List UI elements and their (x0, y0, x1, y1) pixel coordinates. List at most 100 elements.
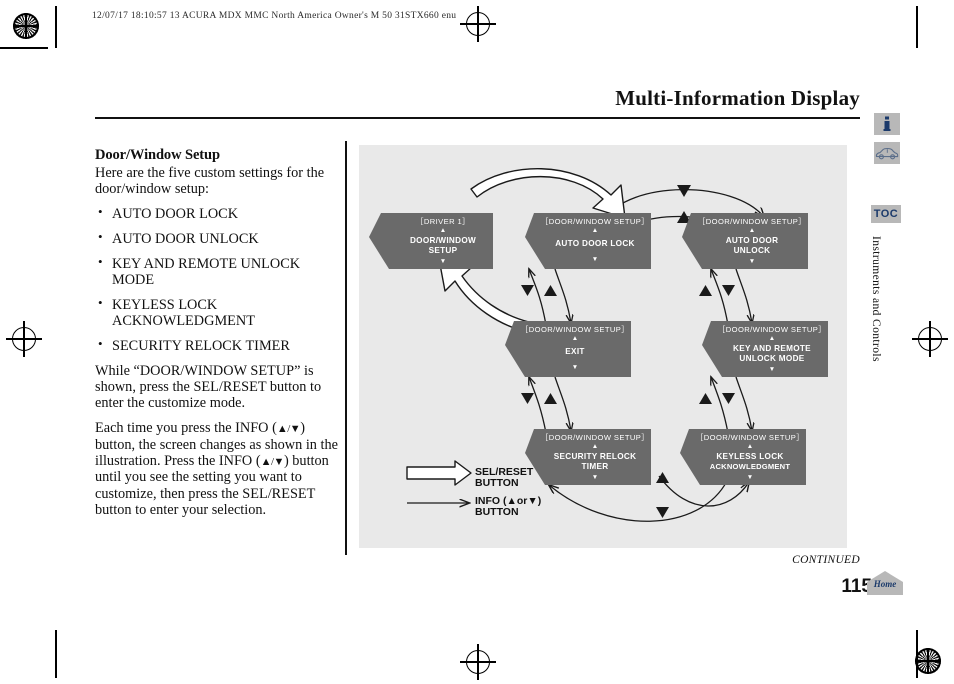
triangle-up-marker-bottom (656, 472, 669, 483)
screen-line: EXIT (565, 347, 584, 356)
crop-mark-tr-v (916, 6, 918, 48)
toc-button[interactable]: TOC (871, 205, 901, 223)
screen-header: ［DOOR/WINDOW SETUP］ (541, 217, 649, 226)
registration-mark-right-center (912, 321, 948, 357)
list-item: AUTO DOOR LOCK (95, 205, 340, 222)
info-icon (883, 116, 891, 131)
triangle-updown-icon-1: ▲/▼ (276, 423, 301, 436)
caret-up-icon: ▲ (749, 227, 755, 234)
intro-paragraph: Here are the five custom settings for th… (95, 165, 325, 198)
settings-list: AUTO DOOR LOCK AUTO DOOR UNLOCK KEY AND … (95, 205, 340, 354)
screen-line: SECURITY RELOCK (554, 452, 637, 461)
arrow-keyremote-to-keyless (735, 376, 752, 431)
arrow-exit-to-relock (554, 376, 571, 431)
caret-down-icon: ▼ (592, 474, 598, 481)
screen-header: ［DOOR/WINDOW SETUP］ (541, 433, 649, 442)
caret-down-icon: ▼ (592, 256, 598, 263)
print-stamp: 12/07/17 18:10:57 13 ACURA MDX MMC North… (92, 11, 457, 21)
screen-line: TIMER (582, 462, 609, 471)
registration-mark-bottom-center (460, 644, 496, 680)
registration-mark-bottom-right (915, 648, 941, 674)
paragraph-customize-mode: While “DOOR/WINDOW SETUP” is shown, pres… (95, 362, 322, 412)
screen-line: AUTO DOOR (726, 236, 779, 245)
screen-header: ［DOOR/WINDOW SETUP］ (698, 217, 806, 226)
triangle-down-marker-c2 (521, 393, 534, 404)
legend-sel-reset-line2: BUTTON (475, 477, 519, 489)
toc-label: TOC (873, 208, 899, 220)
info-icon-button[interactable] (874, 113, 900, 135)
section-heading: Door/Window Setup (95, 147, 220, 163)
continued-label: CONTINUED (792, 554, 860, 566)
home-button[interactable]: Home (866, 570, 904, 596)
screen-line: DOOR/WINDOW (410, 236, 476, 245)
caret-down-icon: ▼ (747, 474, 753, 481)
triangle-up-marker-r2 (699, 393, 712, 404)
arrow-relock-to-exit (529, 377, 547, 434)
registration-mark-top-center (460, 6, 496, 42)
home-icon: Home (867, 571, 903, 595)
vehicle-icon (875, 147, 899, 159)
screen-line: SETUP (429, 246, 458, 255)
arrow-exit-to-lock (529, 269, 547, 326)
caret-down-icon: ▼ (440, 258, 446, 265)
caret-up-icon: ▲ (747, 443, 753, 450)
list-item: KEYLESS LOCK ACKNOWLEDGMENT (95, 296, 340, 329)
screen-header: ［DOOR/WINDOW SETUP］ (521, 325, 629, 334)
page-title: Multi-Information Display (615, 86, 860, 110)
figure-legend: SEL/RESET BUTTON INFO (▲or▼) BUTTON (406, 460, 541, 518)
vehicle-icon-button[interactable] (874, 142, 900, 164)
screen-line: AUTO DOOR LOCK (555, 239, 635, 248)
arrow-keyless-to-keyremote (711, 377, 729, 434)
triangle-up-marker-c1 (544, 285, 557, 296)
triangle-down-marker-r1 (722, 285, 735, 296)
arrow-lock-to-exit (554, 268, 571, 323)
caret-down-icon: ▼ (769, 366, 775, 373)
screen-line: KEYLESS LOCK (716, 452, 783, 461)
paragraph-info-part-a: Each time you press the INFO ( (95, 420, 277, 437)
legend-info-line2: BUTTON (475, 506, 519, 518)
caret-down-icon: ▼ (572, 364, 578, 371)
screen-header: ［DOOR/WINDOW SETUP］ (696, 433, 804, 442)
arrow-keyremote-to-unlock (711, 269, 729, 326)
screen-line: KEY AND REMOTE (733, 344, 811, 353)
block-arrow-driver-to-lock (470, 168, 626, 219)
screen-line: ACKNOWLEDGMENT (710, 462, 791, 471)
caret-up-icon: ▲ (592, 227, 598, 234)
triangle-up-marker-c2 (544, 393, 557, 404)
triangle-down-marker-bottom (656, 507, 669, 518)
legend-block-arrow-icon (406, 460, 472, 486)
crop-mark-tl-v (55, 6, 57, 48)
triangle-down-marker-c1 (521, 285, 534, 296)
title-rule (95, 117, 860, 119)
caret-up-icon: ▲ (592, 443, 598, 450)
screen-line: UNLOCK MODE (739, 354, 804, 363)
crop-mark-bl-v (55, 630, 57, 678)
list-item: AUTO DOOR UNLOCK (95, 230, 340, 247)
triangle-updown-icon-2: ▲/▼ (260, 456, 285, 469)
triangle-down-marker-r2 (722, 393, 735, 404)
screen-header: ［DRIVER 1］ (416, 217, 470, 226)
registration-mark-left-center (6, 321, 42, 357)
arrow-keyless-to-relock (549, 480, 728, 522)
caret-down-icon: ▼ (749, 258, 755, 265)
list-item: KEY AND REMOTE UNLOCK MODE (95, 255, 340, 288)
text-column: Door/Window Setup Here are the five cust… (95, 147, 340, 518)
screen-line: UNLOCK (734, 246, 771, 255)
crop-mark-br-v (916, 630, 918, 678)
section-label: Instruments and Controls (870, 236, 882, 362)
screen-header: ［DOOR/WINDOW SETUP］ (718, 325, 826, 334)
paragraph-info-button: Each time you press the INFO (▲/▼) butto… (95, 420, 340, 518)
home-label: Home (873, 579, 897, 589)
column-divider (345, 141, 347, 555)
manual-page: 12/07/17 18:10:57 13 ACURA MDX MMC North… (0, 0, 954, 684)
triangle-down-marker-top (677, 185, 691, 197)
triangle-up-marker-r1 (699, 285, 712, 296)
registration-mark-top-left (13, 13, 39, 39)
flow-diagram-panel: ［DRIVER 1］ ▲ DOOR/WINDOW SETUP ▼ ［DOOR/W… (359, 145, 847, 548)
caret-up-icon: ▲ (440, 227, 446, 234)
caret-up-icon: ▲ (769, 335, 775, 342)
list-item: SECURITY RELOCK TIMER (95, 337, 340, 354)
crop-mark-tl-h (0, 47, 48, 49)
caret-up-icon: ▲ (572, 335, 578, 342)
arrow-unlock-to-keyremote (735, 268, 752, 323)
